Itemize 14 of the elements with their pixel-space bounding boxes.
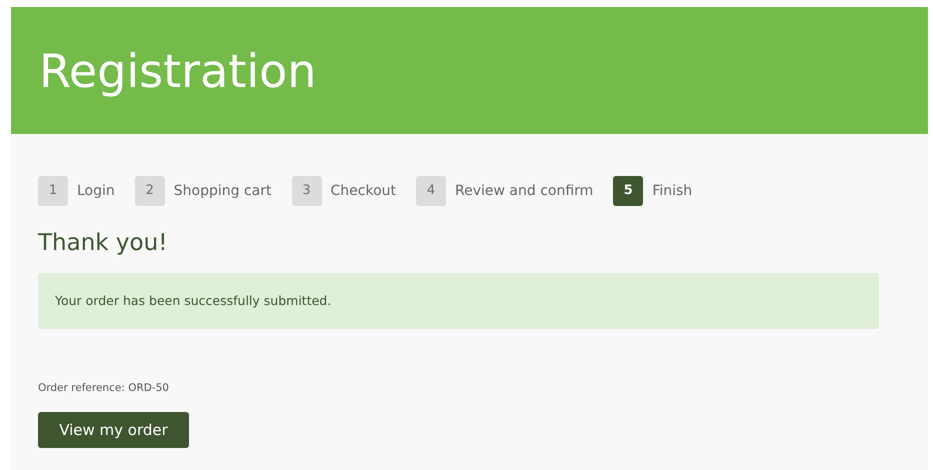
order-reference: Order reference: ORD-50 — [38, 381, 170, 396]
step-number: 3 — [292, 176, 322, 206]
step-label: Login — [77, 182, 115, 200]
step-number: 4 — [416, 176, 446, 206]
step-number: 5 — [613, 176, 644, 206]
step-label: Checkout — [330, 182, 396, 200]
success-alert: Your order has been successfully submitted. — [38, 273, 879, 329]
step-number: 1 — [38, 176, 68, 206]
step-label: Finish — [652, 182, 692, 200]
step-label: Shopping cart — [174, 182, 272, 200]
step-label: Review and confirm — [455, 182, 594, 200]
thank-you-heading: Thank you! — [38, 232, 168, 255]
view-order-button[interactable]: View my order — [38, 412, 189, 448]
step-number: 2 — [134, 176, 165, 206]
